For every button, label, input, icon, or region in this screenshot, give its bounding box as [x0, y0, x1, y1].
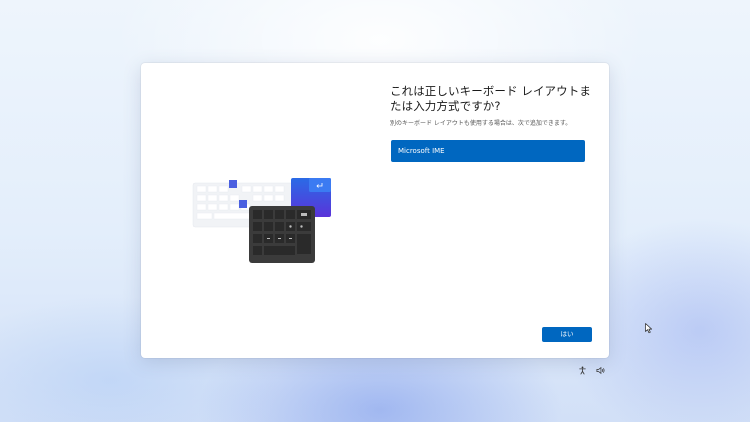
volume-icon[interactable] [596, 366, 605, 375]
keyboard-illustration-icon [192, 178, 331, 263]
accessibility-icon[interactable] [578, 366, 587, 375]
yes-button[interactable]: はい [542, 327, 592, 342]
mouse-pointer-icon [645, 323, 653, 334]
keyboard-layout-dialog: これは正しいキーボード レイアウトまたは入力方式ですか? 別のキーボード レイア… [141, 63, 609, 358]
page-title: これは正しいキーボード レイアウトまたは入力方式ですか? [390, 84, 591, 113]
oobe-background: これは正しいキーボード レイアウトまたは入力方式ですか? 別のキーボード レイア… [0, 0, 750, 422]
page-subtitle: 別のキーボード レイアウトも使用する場合は、次で追加できます。 [390, 120, 572, 127]
keyboard-layout-option[interactable]: Microsoft IME [391, 140, 585, 162]
